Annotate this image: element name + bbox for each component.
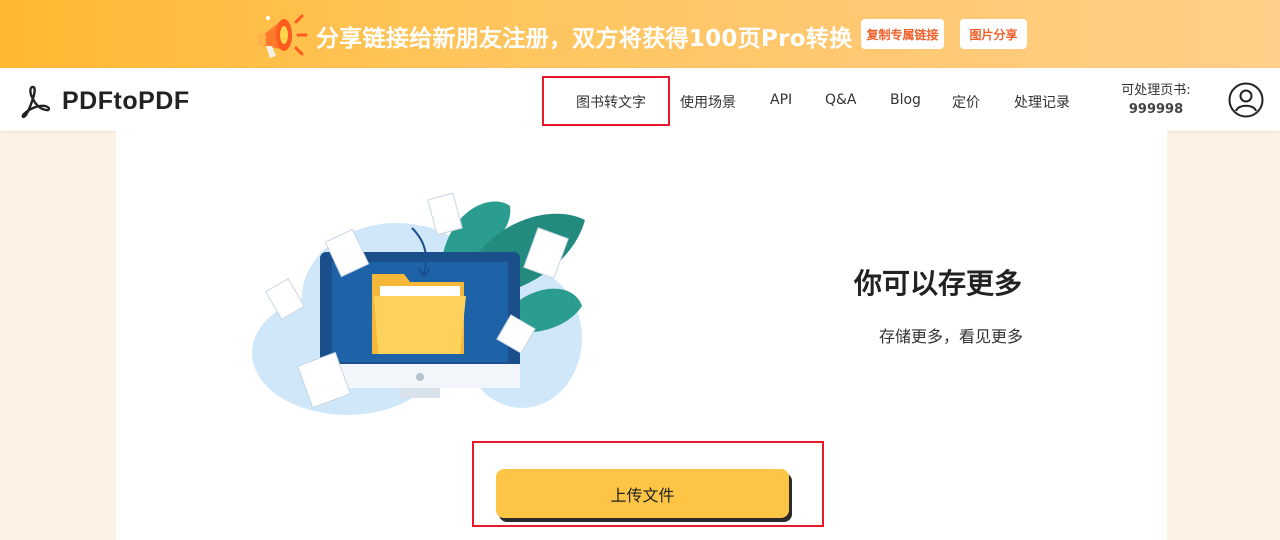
- user-avatar-icon[interactable]: [1228, 82, 1264, 118]
- highlight-box-upload: [472, 441, 824, 527]
- nav-api[interactable]: API: [770, 92, 792, 108]
- nav-qa[interactable]: Q&A: [825, 92, 857, 108]
- copy-link-button[interactable]: 复制专属链接: [861, 19, 944, 49]
- quota-value: 999998: [1128, 102, 1184, 117]
- nav-history[interactable]: 处理记录: [1014, 92, 1070, 112]
- pdf-logo-icon: [21, 85, 51, 118]
- upload-illustration: [252, 192, 585, 415]
- headline: 你可以存更多: [854, 267, 1023, 300]
- share-image-button[interactable]: 图片分享: [960, 19, 1027, 49]
- highlight-box-nav: [542, 76, 670, 126]
- banner-text: 分享链接给新朋友注册，双方将获得100页Pro转换: [316, 26, 853, 52]
- quota-label: 可处理页书:: [1121, 83, 1191, 98]
- promo-banner: 分享链接给新朋友注册，双方将获得100页Pro转换 复制专属链接 图片分享: [0, 0, 1280, 68]
- nav-pricing[interactable]: 定价: [952, 92, 980, 112]
- nav-blog[interactable]: Blog: [890, 92, 921, 108]
- nav-use-cases[interactable]: 使用场景: [680, 92, 736, 112]
- site-logo[interactable]: PDFtoPDF: [18, 84, 190, 118]
- megaphone-icon: [258, 14, 308, 58]
- subheadline: 存储更多，看见更多: [879, 327, 1024, 346]
- logo-text: PDFtoPDF: [62, 86, 190, 115]
- folder-icon: [372, 274, 466, 354]
- page-quota: 可处理页书: 999998: [1112, 81, 1200, 119]
